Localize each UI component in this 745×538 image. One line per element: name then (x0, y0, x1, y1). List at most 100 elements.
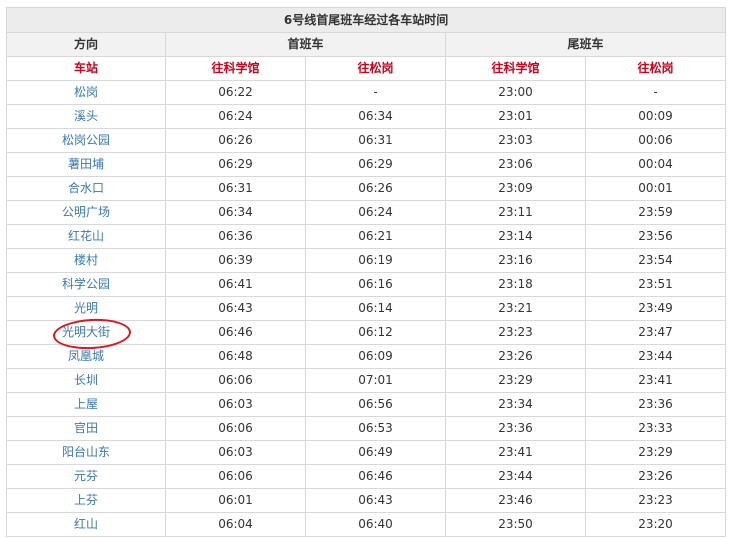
last-to-songgang-header: 往松岗 (584, 56, 727, 81)
last-songgang-time: 23:59 (584, 200, 727, 225)
first-kexueguan-time: 06:48 (165, 344, 306, 369)
last-kexueguan-time: 23:03 (445, 128, 586, 153)
last-kexueguan-time: 23:41 (445, 440, 586, 465)
last-songgang-time: 00:01 (584, 176, 727, 201)
first-kexueguan-time: 06:29 (165, 152, 306, 177)
highlighted-station: 光明大街 (52, 316, 132, 352)
first-kexueguan-time: 06:41 (165, 272, 306, 297)
station-cell: 红山 (6, 512, 166, 537)
last-songgang-time: - (584, 80, 727, 105)
first-train-header: 首班车 (165, 32, 446, 57)
table-row: 长圳 06:06 07:01 23:29 23:41 (6, 368, 727, 393)
last-songgang-time: 23:51 (584, 272, 727, 297)
first-songgang-time: 06:09 (305, 344, 446, 369)
table-row: 科学公园 06:41 06:16 23:18 23:51 (6, 272, 727, 297)
first-songgang-time: 06:49 (305, 440, 446, 465)
station-cell: 合水口 (6, 176, 166, 201)
station-cell: 元芬 (6, 464, 166, 489)
last-kexueguan-time: 23:29 (445, 368, 586, 393)
first-songgang-time: 06:21 (305, 224, 446, 249)
station-cell: 科学公园 (6, 272, 166, 297)
table-row: 公明广场 06:34 06:24 23:11 23:59 (6, 200, 727, 225)
first-kexueguan-time: 06:06 (165, 464, 306, 489)
last-kexueguan-time: 23:06 (445, 152, 586, 177)
last-kexueguan-time: 23:46 (445, 488, 586, 513)
last-songgang-time: 23:33 (584, 416, 727, 441)
station-cell: 松岗 (6, 80, 166, 105)
table-title: 6号线首尾班车经过各车站时间 (5, 7, 727, 33)
last-kexueguan-time: 23:09 (445, 176, 586, 201)
table-row: 薯田埔 06:29 06:29 23:06 00:04 (6, 152, 727, 177)
first-kexueguan-time: 06:46 (165, 320, 306, 345)
station-cell: 楼村 (6, 248, 166, 273)
table-row: 光明大街 06:46 06:12 23:23 23:47 (6, 316, 727, 352)
last-to-kexueguan-header: 往科学馆 (445, 56, 586, 81)
first-songgang-time: 06:43 (305, 488, 446, 513)
first-kexueguan-time: 06:36 (165, 224, 306, 249)
last-kexueguan-time: 23:18 (445, 272, 586, 297)
table-row: 凤凰城 06:48 06:09 23:26 23:44 (6, 344, 727, 369)
last-kexueguan-time: 23:36 (445, 416, 586, 441)
first-to-kexueguan-header: 往科学馆 (165, 56, 306, 81)
first-songgang-time: 06:16 (305, 272, 446, 297)
table-row: 楼村 06:39 06:19 23:16 23:54 (6, 248, 727, 273)
last-songgang-time: 23:26 (584, 464, 727, 489)
first-kexueguan-time: 06:22 (165, 80, 306, 105)
table-row: 阳台山东 06:03 06:49 23:41 23:29 (6, 440, 727, 465)
last-songgang-time: 23:36 (584, 392, 727, 417)
first-songgang-time: 06:34 (305, 104, 446, 129)
station-cell: 阳台山东 (6, 440, 166, 465)
first-kexueguan-time: 06:39 (165, 248, 306, 273)
station-name: 光明大街 (61, 325, 110, 339)
table-row: 溪头 06:24 06:34 23:01 00:09 (6, 104, 727, 129)
first-kexueguan-time: 06:31 (165, 176, 306, 201)
last-kexueguan-time: 23:50 (445, 512, 586, 537)
first-to-songgang-header: 往松岗 (305, 56, 446, 81)
last-songgang-time: 23:44 (584, 344, 727, 369)
station-cell: 凤凰城 (6, 344, 166, 369)
table-row: 上屋 06:03 06:56 23:34 23:36 (6, 392, 727, 417)
last-kexueguan-time: 23:23 (445, 320, 586, 345)
station-cell: 光明 (6, 296, 166, 321)
first-songgang-time: 06:26 (305, 176, 446, 201)
station-header: 车站 (6, 56, 166, 81)
first-kexueguan-time: 06:06 (165, 416, 306, 441)
last-kexueguan-time: 23:00 (445, 80, 586, 105)
station-cell: 官田 (6, 416, 166, 441)
first-songgang-time: 06:14 (305, 296, 446, 321)
last-kexueguan-time: 23:34 (445, 392, 586, 417)
last-songgang-time: 00:09 (584, 104, 727, 129)
table-row: 上芬 06:01 06:43 23:46 23:23 (6, 488, 727, 513)
last-kexueguan-time: 23:01 (445, 104, 586, 129)
first-songgang-time: 07:01 (305, 368, 446, 393)
last-songgang-time: 23:49 (584, 296, 727, 321)
last-songgang-time: 00:06 (584, 128, 727, 153)
first-kexueguan-time: 06:34 (165, 200, 306, 225)
first-kexueguan-time: 06:06 (165, 368, 306, 393)
first-kexueguan-time: 06:03 (165, 440, 306, 465)
direction-header: 方向 (6, 32, 166, 57)
first-songgang-time: 06:46 (305, 464, 446, 489)
last-kexueguan-time: 23:21 (445, 296, 586, 321)
station-cell: 溪头 (6, 104, 166, 129)
first-kexueguan-time: 06:26 (165, 128, 306, 153)
table-row: 官田 06:06 06:53 23:36 23:33 (6, 416, 727, 441)
last-kexueguan-time: 23:26 (445, 344, 586, 369)
last-songgang-time: 23:23 (584, 488, 727, 513)
last-songgang-time: 23:41 (584, 368, 727, 393)
table-row: 红花山 06:36 06:21 23:14 23:56 (6, 224, 727, 249)
station-cell: 薯田埔 (6, 152, 166, 177)
first-songgang-time: 06:53 (305, 416, 446, 441)
last-kexueguan-time: 23:14 (445, 224, 586, 249)
table-row: 松岗公园 06:26 06:31 23:03 00:06 (6, 128, 727, 153)
last-songgang-time: 00:04 (584, 152, 727, 177)
schedule-container: 6号线首尾班车经过各车站时间 方向 首班车 尾班车 车站 往科学馆 往松岗 往科… (5, 7, 727, 537)
first-kexueguan-time: 06:43 (165, 296, 306, 321)
last-songgang-time: 23:29 (584, 440, 727, 465)
first-songgang-time: 06:31 (305, 128, 446, 153)
last-songgang-time: 23:20 (584, 512, 727, 537)
first-songgang-time: 06:12 (305, 320, 446, 345)
last-train-header: 尾班车 (444, 32, 727, 57)
first-songgang-time: 06:40 (305, 512, 446, 537)
last-kexueguan-time: 23:11 (445, 200, 586, 225)
